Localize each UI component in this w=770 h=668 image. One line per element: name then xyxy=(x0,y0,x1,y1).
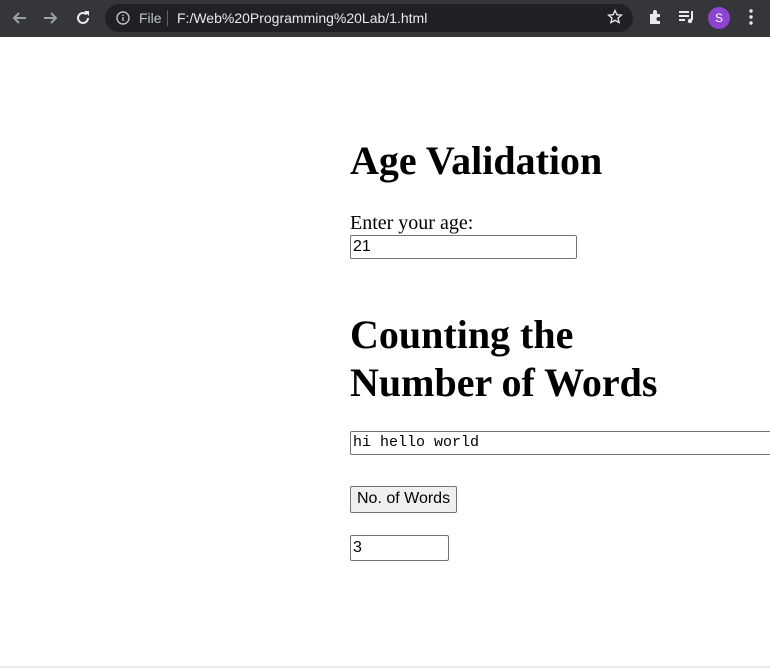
count-words-button[interactable]: No. of Words xyxy=(350,486,458,513)
age-input[interactable]: 21 xyxy=(350,235,577,259)
forward-button[interactable] xyxy=(40,7,62,29)
file-scheme-label: File xyxy=(139,10,162,26)
address-separator xyxy=(167,10,168,26)
browser-toolbar: File F:/Web%20Programming%20Lab/1.html S xyxy=(0,0,770,37)
star-icon[interactable] xyxy=(607,9,623,25)
words-textarea-value: hi hello world xyxy=(353,434,480,451)
address-bar[interactable]: File F:/Web%20Programming%20Lab/1.html xyxy=(105,4,633,32)
back-button[interactable] xyxy=(8,7,30,29)
forward-arrow-icon xyxy=(44,12,58,24)
reload-icon xyxy=(77,11,89,24)
back-arrow-icon xyxy=(12,12,26,24)
word-count-output[interactable]: 3 xyxy=(350,535,449,561)
media-queue-icon[interactable] xyxy=(678,8,696,26)
age-label: Enter your age: xyxy=(350,212,474,234)
counting-words-heading: Counting the Number of Words xyxy=(350,312,658,405)
kebab-menu-icon[interactable] xyxy=(744,8,758,26)
puzzle-icon[interactable] xyxy=(647,8,665,26)
info-icon[interactable] xyxy=(116,11,130,25)
avatar[interactable]: S xyxy=(708,7,730,29)
age-validation-heading: Age Validation xyxy=(350,138,603,183)
words-textarea[interactable]: hi hello world xyxy=(350,431,770,455)
reload-button[interactable] xyxy=(72,7,94,29)
url-text[interactable]: F:/Web%20Programming%20Lab/1.html xyxy=(177,10,427,26)
